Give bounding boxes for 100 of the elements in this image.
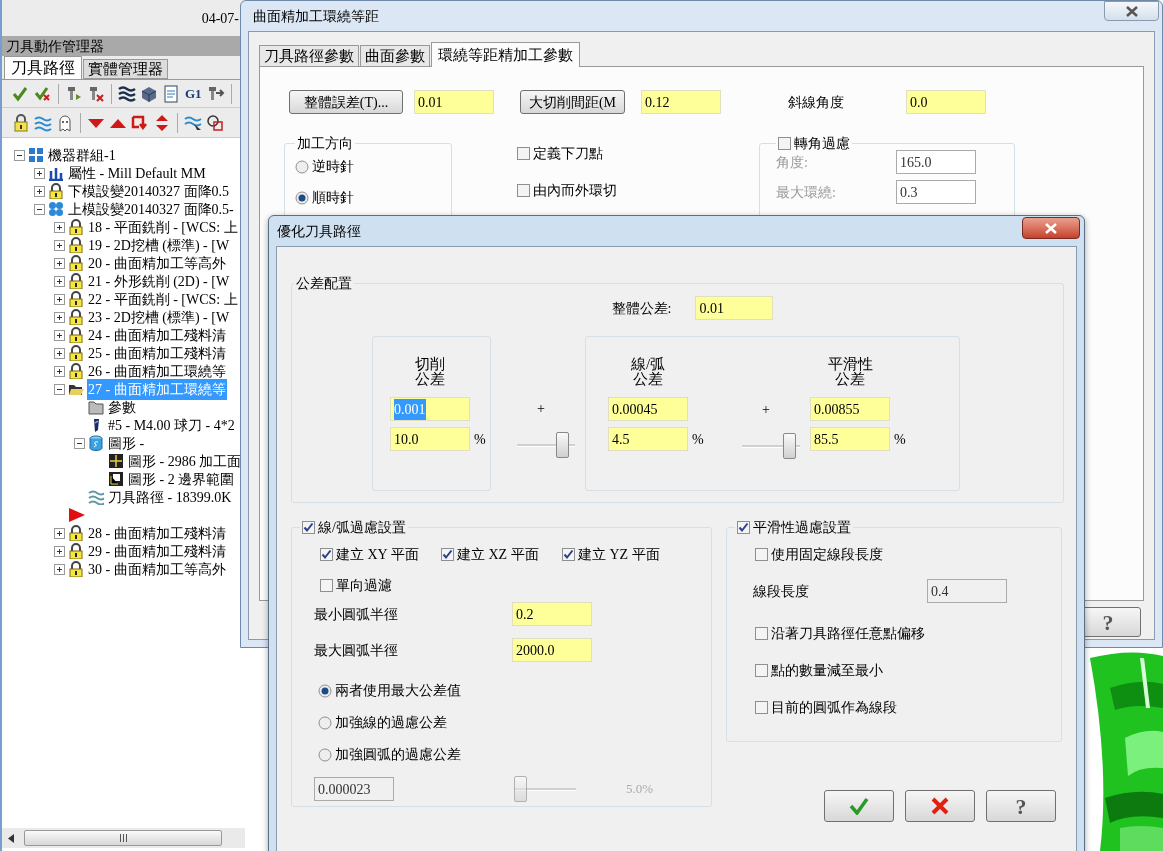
check-icon[interactable] xyxy=(12,84,30,103)
input-field[interactable]: 0.00045 xyxy=(608,397,688,421)
checkbox-icon[interactable] xyxy=(755,627,768,640)
input-field[interactable]: 85.5 xyxy=(810,427,890,451)
radio-button[interactable]: 加強線的過慮公差 xyxy=(318,712,447,733)
checkbox[interactable]: 線/弧過慮設置 xyxy=(302,517,406,538)
stepover-button[interactable]: 大切削間距(M xyxy=(520,90,625,114)
checkbox[interactable]: 定義下刀點 xyxy=(517,143,603,164)
radio-button[interactable]: 逆時針 xyxy=(295,156,354,177)
checkbox[interactable]: 建立 XZ 平面 xyxy=(441,544,554,565)
expand-icon[interactable] xyxy=(54,275,65,287)
input-field[interactable]: 0.12 xyxy=(641,90,721,114)
input-field[interactable]: 0.3 xyxy=(896,180,976,204)
checkbox[interactable]: 點的數量減至最小 xyxy=(755,660,883,681)
radio-icon[interactable] xyxy=(318,683,332,698)
radio-button[interactable]: 順時針 xyxy=(295,187,354,208)
input-field[interactable]: 4.5 xyxy=(608,427,688,451)
slider[interactable] xyxy=(742,432,800,460)
waves-icon[interactable] xyxy=(118,84,136,103)
slider[interactable] xyxy=(517,431,575,459)
collapse-icon[interactable] xyxy=(54,383,65,395)
checkbox[interactable]: 使用固定線段長度 xyxy=(755,544,1061,565)
expand-icon[interactable] xyxy=(54,221,65,233)
circle-square-icon[interactable] xyxy=(206,113,224,132)
radio-icon[interactable] xyxy=(318,747,332,762)
radio-icon[interactable] xyxy=(295,159,309,174)
expand-icon[interactable] xyxy=(54,527,65,539)
expand-icon[interactable] xyxy=(34,185,45,197)
expand-icon[interactable] xyxy=(54,239,65,251)
ghost-icon[interactable] xyxy=(56,113,74,132)
radio-button[interactable]: 兩者使用最大公差值 xyxy=(318,680,461,701)
close-button[interactable] xyxy=(1104,1,1159,21)
expand-icon[interactable] xyxy=(54,347,65,359)
collapse-icon[interactable] xyxy=(34,203,45,215)
collapse-icon[interactable] xyxy=(74,437,85,449)
checkbox[interactable]: 建立 XY 平面 xyxy=(320,544,433,565)
input-field[interactable]: 0.0 xyxy=(906,90,986,114)
checkbox-icon[interactable] xyxy=(517,147,530,160)
checkbox-icon[interactable] xyxy=(737,521,750,534)
collapse-icon[interactable] xyxy=(14,149,25,161)
expand-icon[interactable] xyxy=(54,545,65,557)
checkbox-icon[interactable] xyxy=(302,521,315,534)
input-field[interactable]: 165.0 xyxy=(896,150,976,174)
expand-icon[interactable] xyxy=(54,563,65,575)
ok-button[interactable] xyxy=(824,790,894,822)
scrollbar[interactable] xyxy=(2,828,245,848)
checkbox-icon[interactable] xyxy=(562,548,575,561)
checkbox[interactable]: 平滑性過慮設置 xyxy=(737,517,851,538)
tab[interactable]: 實體管理器 xyxy=(83,59,168,79)
lock-icon[interactable] xyxy=(12,113,30,132)
tolerance-button[interactable]: 整體誤差(T)... xyxy=(289,90,403,114)
checkbox[interactable]: 由內而外環切 xyxy=(517,180,617,201)
tool-cross-icon[interactable] xyxy=(87,84,105,103)
tool-icon[interactable] xyxy=(65,84,83,103)
input-field[interactable]: 0.01 xyxy=(695,296,774,320)
input-field[interactable]: 2000.0 xyxy=(512,638,592,662)
cube-icon[interactable] xyxy=(140,84,158,103)
checkbox[interactable]: 目前的圓弧作為線段 xyxy=(755,697,897,718)
input-field[interactable]: 0.2 xyxy=(512,602,592,626)
expand-icon[interactable] xyxy=(34,167,45,179)
tab[interactable]: 刀具路徑 xyxy=(4,56,82,79)
checkbox[interactable]: 轉角過慮 xyxy=(778,133,850,154)
checkbox-icon[interactable] xyxy=(320,579,333,592)
radio-icon[interactable] xyxy=(318,715,332,730)
tab[interactable]: 刀具路徑參數 xyxy=(259,45,359,67)
slider-thumb[interactable] xyxy=(782,433,796,459)
input-field[interactable]: 0.00855 xyxy=(810,397,890,421)
expand-icon[interactable] xyxy=(54,293,65,305)
input-field[interactable]: 10.0 xyxy=(390,427,470,451)
tab[interactable]: 環繞等距精加工參數 xyxy=(431,42,580,67)
expand-icon[interactable] xyxy=(54,329,65,341)
help-button[interactable]: ? xyxy=(986,790,1056,822)
checkbox[interactable]: 單向過濾 xyxy=(320,575,711,596)
checkbox-icon[interactable] xyxy=(441,548,454,561)
expand-icon[interactable] xyxy=(54,311,65,323)
field-label: 最大圓弧半徑 xyxy=(314,641,399,660)
slider-thumb[interactable] xyxy=(555,432,569,458)
tab[interactable]: 曲面參數 xyxy=(360,45,430,67)
scroll-left-icon[interactable] xyxy=(8,833,14,843)
checkbox[interactable]: 建立 YZ 平面 xyxy=(562,544,675,565)
slider[interactable] xyxy=(514,775,576,803)
g1-button[interactable]: G1 xyxy=(184,83,203,104)
checkbox[interactable]: 沿著刀具路徑任意點偏移 xyxy=(755,623,925,644)
checkbox-icon[interactable] xyxy=(320,548,333,561)
checkbox-icon[interactable] xyxy=(755,664,768,677)
checkbox-icon[interactable] xyxy=(778,137,791,150)
plus-label: + xyxy=(762,401,770,419)
cancel-button[interactable] xyxy=(905,790,975,822)
close-button[interactable] xyxy=(1022,217,1080,239)
scrollbar-thumb[interactable] xyxy=(24,830,222,846)
checkbox-icon[interactable] xyxy=(517,184,530,197)
radio-button[interactable]: 加強圓弧的過慮公差 xyxy=(318,744,461,765)
tool-arrow-icon[interactable] xyxy=(206,84,225,103)
expand-icon[interactable] xyxy=(54,257,65,269)
expand-icon[interactable] xyxy=(54,365,65,377)
input-field[interactable]: 0.01 xyxy=(414,90,494,114)
checkbox-icon[interactable] xyxy=(755,701,768,714)
swap-arrow-icon[interactable] xyxy=(131,113,149,132)
radio-icon[interactable] xyxy=(295,190,309,205)
checkbox-icon[interactable] xyxy=(755,548,768,561)
